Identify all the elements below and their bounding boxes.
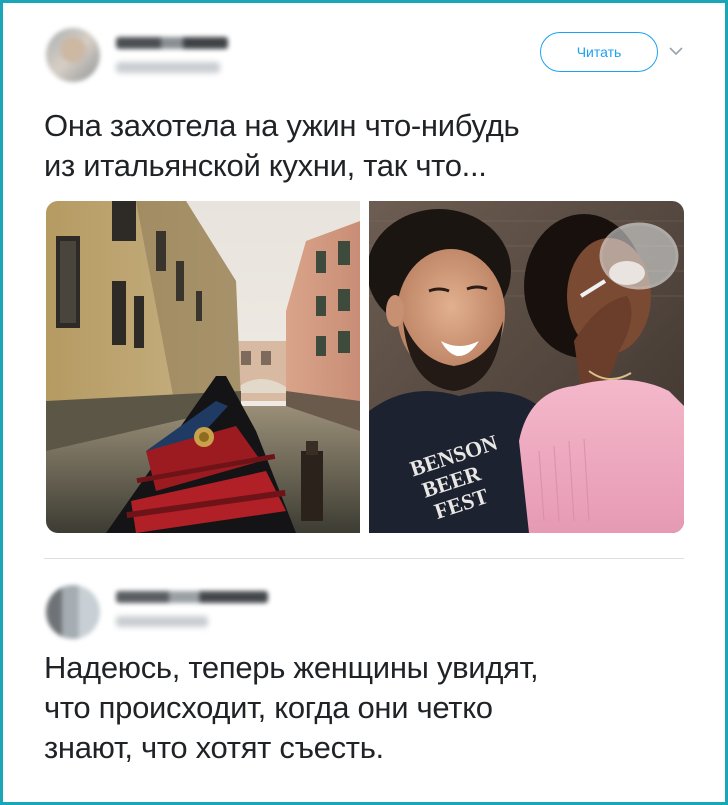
username-blurred[interactable] <box>116 37 228 49</box>
tweet-text-line: Надеюсь, теперь женщины увидят, <box>44 650 539 685</box>
avatar[interactable] <box>46 28 100 82</box>
couple-drinking-photo[interactable]: BENSON BEER FEST <box>369 201 684 533</box>
follow-button[interactable]: Читать <box>540 32 658 72</box>
handle-blurred[interactable] <box>116 62 220 73</box>
tweet-text-line: Она захотела на ужин что-нибудь <box>44 108 520 143</box>
chevron-down-icon[interactable] <box>667 42 685 60</box>
tweet-text-line: из итальянской кухни, так что... <box>44 148 487 183</box>
username-blurred[interactable] <box>116 591 268 603</box>
venice-canal-photo[interactable] <box>46 201 360 533</box>
handle-blurred[interactable] <box>116 616 208 627</box>
tweet-text-line: знают, что хотят съесть. <box>44 730 384 765</box>
avatar[interactable] <box>46 585 100 639</box>
tweet-text: Она захотела на ужин что-нибудь из италь… <box>44 106 520 186</box>
reply-tweet-text: Надеюсь, теперь женщины увидят, что прои… <box>44 648 539 768</box>
tweet-text-line: что происходит, когда они четко <box>44 690 493 725</box>
divider <box>44 558 684 559</box>
follow-button-label: Читать <box>576 44 622 60</box>
